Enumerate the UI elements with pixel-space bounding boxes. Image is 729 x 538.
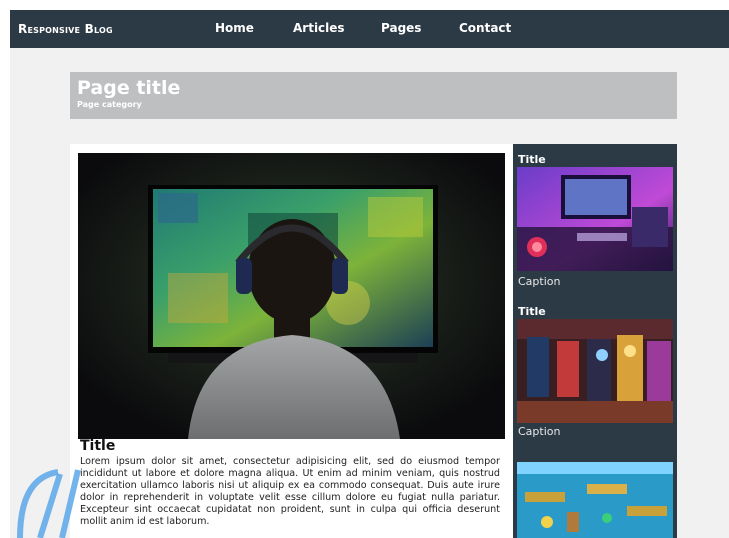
- left-margin: [0, 0, 10, 538]
- nav-link-home[interactable]: Home: [215, 21, 254, 35]
- article-body-text: Lorem ipsum dolor sit amet, consectetur …: [80, 456, 500, 527]
- sidebar-item-caption: Caption: [518, 275, 561, 288]
- sidebar-image-arcade[interactable]: [517, 319, 673, 423]
- nav-link-contact[interactable]: Contact: [459, 21, 511, 35]
- page-category: Page category: [77, 100, 142, 109]
- hero-image-gamer[interactable]: [78, 153, 505, 439]
- sidebar: Title Caption Title Caption: [513, 144, 677, 538]
- brand-logo-link[interactable]: Responsive Blog: [18, 22, 113, 36]
- sidebar-item-title: Title: [518, 305, 546, 318]
- top-navbar: Responsive Blog Home Articles Pages Cont…: [10, 10, 729, 48]
- sidebar-image-game-world[interactable]: [517, 462, 673, 538]
- page-title-banner: Page title Page category: [70, 72, 677, 119]
- article-title: Title: [80, 438, 116, 454]
- nav-link-articles[interactable]: Articles: [293, 21, 345, 35]
- sidebar-item-title: Title: [518, 153, 546, 166]
- sidebar-item-caption: Caption: [518, 425, 561, 438]
- nav-link-pages[interactable]: Pages: [381, 21, 421, 35]
- page-title: Page title: [77, 77, 181, 99]
- sidebar-image-gaming-setup[interactable]: [517, 167, 673, 271]
- top-margin: [0, 0, 729, 10]
- main-article: Title Lorem ipsum dolor sit amet, consec…: [70, 144, 513, 538]
